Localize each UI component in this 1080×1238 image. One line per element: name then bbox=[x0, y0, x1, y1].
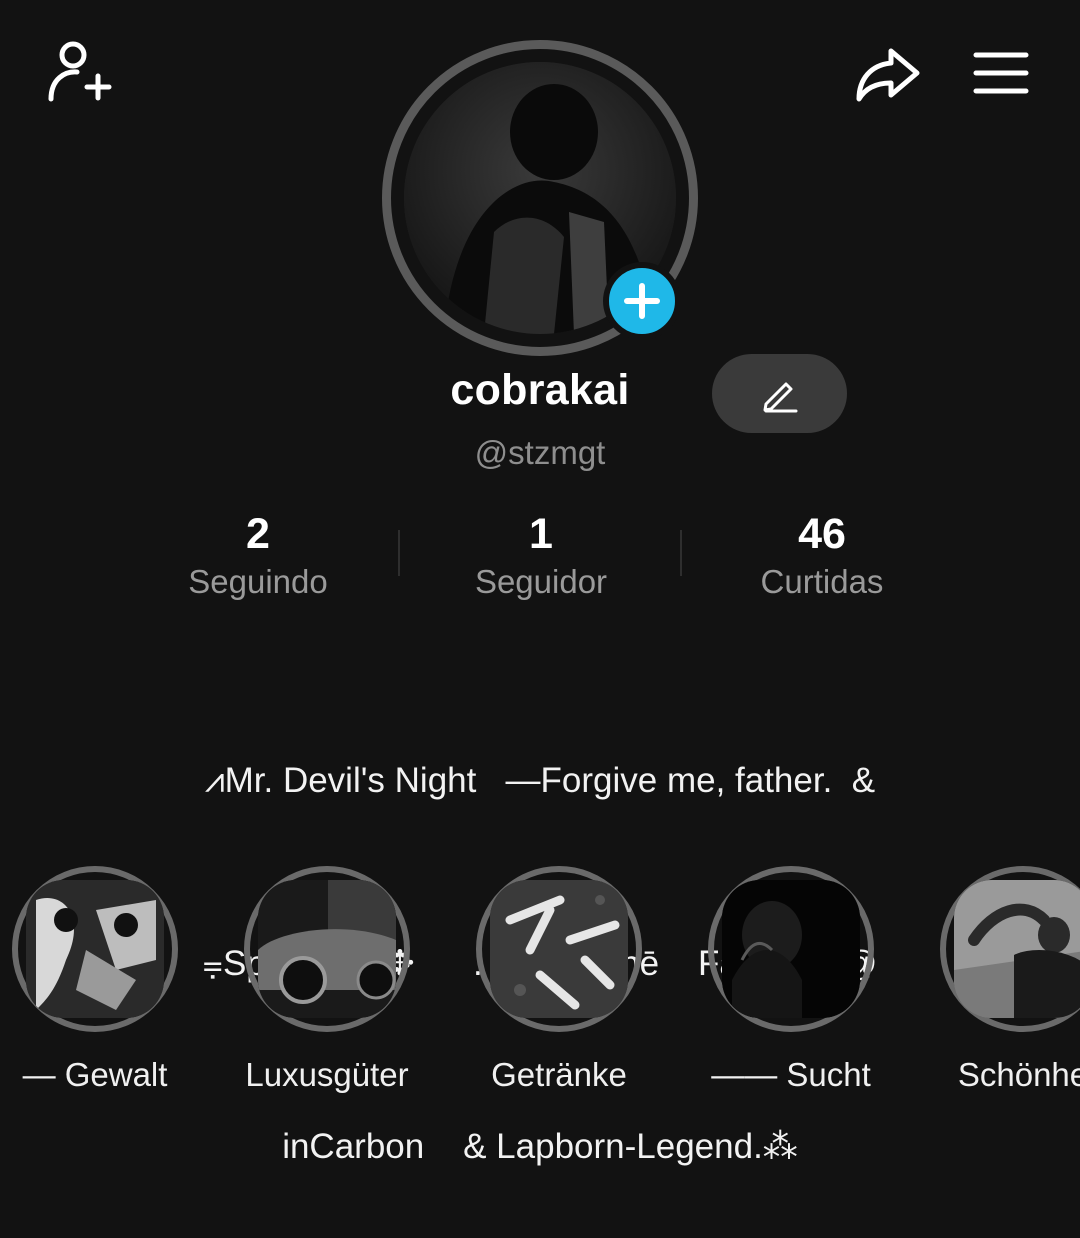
stat-likes: 46 Curtidas bbox=[692, 508, 952, 604]
add-friend-button[interactable] bbox=[40, 36, 116, 106]
stat-following[interactable]: 2 Seguindo bbox=[128, 508, 388, 604]
add-person-icon bbox=[48, 41, 112, 102]
profile-handle: @stzmgt bbox=[474, 434, 606, 471]
bio-line: ⩘Mr. Devil's Night —Forgive me, father. … bbox=[204, 761, 876, 800]
stat-followers[interactable]: 1 Seguidor bbox=[411, 508, 671, 604]
hamburger-menu-icon bbox=[973, 52, 1029, 94]
highlight-cover bbox=[476, 866, 642, 1032]
bio-line: inCarbon & Lapborn-Legend.⁂ bbox=[282, 1127, 798, 1166]
highlight-cover bbox=[940, 866, 1080, 1032]
highlight-cover bbox=[12, 866, 178, 1032]
pencil-icon bbox=[763, 382, 797, 412]
menu-button[interactable] bbox=[968, 46, 1034, 100]
edit-profile-button[interactable] bbox=[712, 354, 847, 433]
stat-value: 2 bbox=[246, 510, 270, 558]
plus-icon bbox=[624, 283, 660, 319]
share-button[interactable] bbox=[850, 42, 924, 106]
stat-divider bbox=[680, 530, 682, 576]
profile-username: cobrakai bbox=[450, 366, 630, 414]
highlight-cover bbox=[244, 866, 410, 1032]
stat-value: 1 bbox=[529, 510, 553, 558]
stat-label: Curtidas bbox=[760, 563, 884, 600]
add-story-button[interactable] bbox=[603, 262, 681, 340]
share-arrow-icon bbox=[856, 48, 920, 102]
highlight-label: Schönhe bbox=[957, 1056, 1080, 1093]
stat-value: 46 bbox=[798, 510, 846, 558]
stat-divider bbox=[398, 530, 400, 576]
stat-label: Seguindo bbox=[188, 563, 328, 600]
highlight-cover bbox=[708, 866, 874, 1032]
stat-label: Seguidor bbox=[474, 563, 608, 600]
